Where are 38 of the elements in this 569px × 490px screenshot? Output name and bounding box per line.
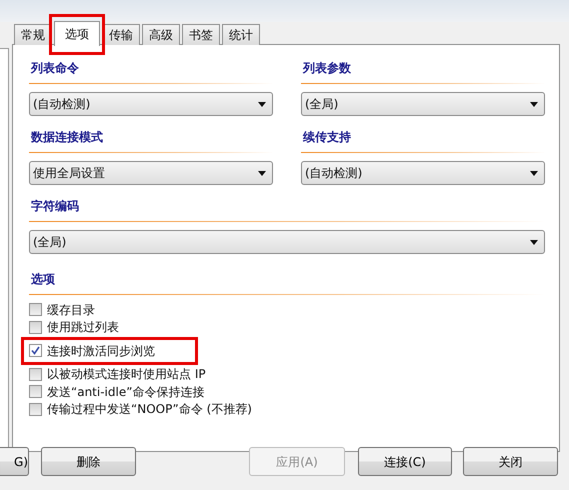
dropdown[interactable]: (自动检测) <box>301 161 545 185</box>
section-heading: 续传支持 <box>301 124 545 153</box>
tab[interactable]: 书签 <box>182 24 220 45</box>
checkbox-option[interactable]: 传输过程中发送“NOOP”命令 (不推荐) <box>29 400 252 418</box>
checkbox[interactable] <box>29 385 42 398</box>
section-heading: 列表命令 <box>29 55 273 84</box>
dropdown[interactable]: (全局) <box>29 230 545 254</box>
tab[interactable]: 常规 <box>14 24 52 45</box>
checkbox[interactable] <box>29 402 42 416</box>
caret-icon <box>258 170 266 176</box>
checkbox-option[interactable]: 使用跳过列表 <box>29 318 119 336</box>
button[interactable]: 关闭 <box>463 447 558 476</box>
dropdown[interactable]: (自动检测) <box>29 92 273 116</box>
button[interactable]: 连接(C) <box>358 447 452 476</box>
caret-icon <box>530 102 538 106</box>
checkbox-option[interactable]: 发送“anti-idle”命令保持连接 <box>29 383 204 400</box>
checkbox-option[interactable]: 缓存目录 <box>29 301 95 318</box>
checkbox[interactable] <box>29 344 42 358</box>
checkbox[interactable] <box>29 320 42 334</box>
caret-icon <box>530 240 538 244</box>
tab[interactable]: 高级 <box>142 24 180 45</box>
checkbox-option[interactable]: 连接时激活同步浏览 <box>29 342 155 360</box>
tab[interactable]: 选项 <box>54 21 100 46</box>
button[interactable]: 删除 <box>41 447 136 476</box>
checkbox-option[interactable]: 以被动模式连接时使用站点 IP <box>29 366 206 383</box>
button[interactable]: G) <box>0 447 29 476</box>
tab[interactable]: 统计 <box>222 24 260 45</box>
caret-icon <box>258 102 266 106</box>
section-heading: 选项 <box>29 266 545 295</box>
dropdown[interactable]: (全局) <box>301 92 545 116</box>
caret-icon <box>530 170 538 176</box>
checkbox[interactable] <box>29 303 42 316</box>
section-heading: 字符编码 <box>29 193 545 222</box>
section-heading: 列表参数 <box>301 55 545 84</box>
checkbox[interactable] <box>29 368 42 381</box>
section-heading: 数据连接模式 <box>29 124 273 153</box>
tab[interactable]: 传输 <box>102 24 140 45</box>
dropdown[interactable]: 使用全局设置 <box>29 161 273 185</box>
